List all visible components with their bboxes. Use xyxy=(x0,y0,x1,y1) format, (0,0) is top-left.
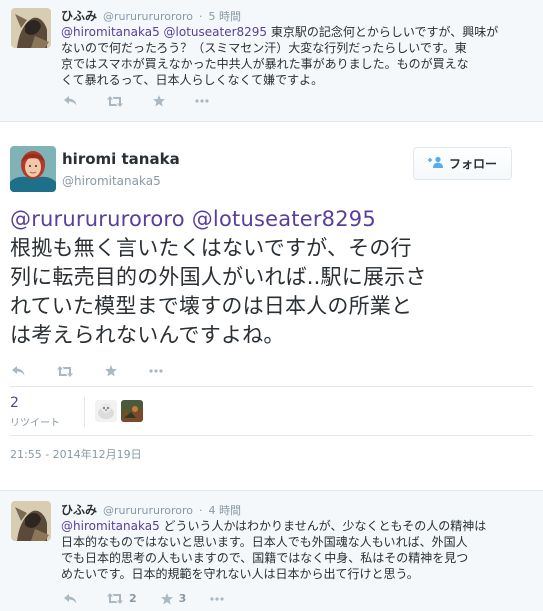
tweet-time[interactable]: 4 時間 xyxy=(209,502,242,518)
tweet-text: @hiromitanaka5 @lotuseater8295 東京駅の記念何とか… xyxy=(61,24,531,88)
mention-link[interactable]: @rururururororo xyxy=(10,207,185,231)
retweet-button[interactable] xyxy=(57,365,73,377)
favorite-count: 3 xyxy=(178,592,187,605)
reply-tweet-above[interactable]: ひふみ @rururururororo · 5 時間 @hiromitanaka… xyxy=(0,0,543,122)
reply-icon xyxy=(64,593,77,603)
tweet-text-line: ないので何だったろう？（スミマセン汗）大変な行列だったらしいです。東 xyxy=(61,41,467,55)
separator-dot: · xyxy=(199,10,203,23)
tweet-text-line: れていた模型まで壊すのは日本人の所業と xyxy=(10,294,413,318)
author-name[interactable]: hiromi tanaka xyxy=(62,150,180,168)
tweet-text: @rururururororo @lotuseater8295 根拠も無く言いた… xyxy=(10,205,530,350)
reply-tweet-below[interactable]: ひふみ @rururururororo · 4 時間 @hiromitanaka… xyxy=(0,490,543,611)
follow-label: フォロー xyxy=(448,157,497,171)
tweet-text-line: 東京駅の記念何とからしいですが、興味が xyxy=(267,25,499,39)
reply-button[interactable] xyxy=(64,593,77,604)
favorite-button[interactable] xyxy=(105,365,117,377)
reply-button[interactable] xyxy=(64,96,77,106)
tweet-text-line: めたいです。日本的規範を守れない人は日本から出て行けと思う。 xyxy=(61,567,419,581)
reply-icon xyxy=(64,96,77,106)
follow-button[interactable]: フォロー xyxy=(413,147,512,180)
retweet-button[interactable] xyxy=(107,95,123,107)
tweet-text: @hiromitanaka5 どういう人かはわかりませんが、少なくともその人の精… xyxy=(61,518,536,582)
more-icon xyxy=(195,99,209,103)
retweet-count: 2 xyxy=(129,592,137,605)
retweeter-avatar[interactable] xyxy=(95,400,117,422)
more-button[interactable] xyxy=(210,596,224,601)
separator-dot: · xyxy=(199,504,203,517)
author-handle[interactable]: @rururururororo xyxy=(103,10,193,23)
avatar[interactable] xyxy=(10,146,56,192)
divider xyxy=(10,435,533,436)
more-button[interactable] xyxy=(195,99,209,103)
tweet-text-line: 日本的なものではないと思います。日本人でも外国魂な人もいれば、外国人 xyxy=(61,535,468,549)
favorite-button[interactable] xyxy=(153,95,165,107)
mention-link[interactable]: @hiromitanaka5 xyxy=(61,519,160,533)
tweet-text-line: 京ではスマホが買えなかった中共人が暴れた事がありました。ものが買えな xyxy=(61,57,469,71)
retweet-icon xyxy=(107,593,123,604)
retweet-count[interactable]: 2 xyxy=(10,395,19,411)
favorite-icon xyxy=(153,95,165,107)
favorite-button[interactable]: 3 xyxy=(160,592,187,605)
tweet-actions: 2 3 xyxy=(64,592,250,605)
tweet-timestamp[interactable]: 21:55 - 2014年12月19日 xyxy=(10,446,142,462)
author-handle[interactable]: @hiromitanaka5 xyxy=(62,174,161,188)
tweet-text-line: くて暴れるって、日本人らしくなくて嫌ですよ。 xyxy=(61,73,324,87)
author-handle[interactable]: @rururururororo xyxy=(103,504,193,517)
more-icon xyxy=(210,596,224,601)
tweet-actions xyxy=(12,365,189,377)
mention-links[interactable]: @hiromitanaka5 @lotuseater8295 xyxy=(61,25,267,39)
more-icon xyxy=(149,369,163,373)
author-name[interactable]: ひふみ xyxy=(61,7,97,24)
divider xyxy=(10,386,533,387)
author-name[interactable]: ひふみ xyxy=(61,501,97,518)
avatar[interactable] xyxy=(11,501,51,541)
favorite-icon xyxy=(105,365,117,377)
retweet-icon xyxy=(107,95,123,107)
tweet-text-line: でも日本的思考の人もいますので、国籍ではなく中身、私はその精神を見つ xyxy=(61,551,469,565)
tweet-actions xyxy=(64,95,235,107)
reply-button[interactable] xyxy=(12,366,25,376)
tweet-text-line: は考えられないんですよね。 xyxy=(10,323,285,347)
avatar[interactable] xyxy=(11,8,51,48)
mention-link[interactable]: @lotuseater8295 xyxy=(192,207,376,231)
retweet-label[interactable]: リツイート xyxy=(10,414,60,429)
favorite-icon xyxy=(160,592,173,604)
retweeter-avatar[interactable] xyxy=(121,400,143,422)
tweet-text-line: 列に転売目的の外国人がいれば..駅に展示さ xyxy=(10,265,427,289)
tweet-text-line: 根拠も無く言いたくはないですが、その行 xyxy=(10,236,412,260)
more-button[interactable] xyxy=(149,369,163,373)
tweet-time[interactable]: 5 時間 xyxy=(209,8,242,24)
retweet-button[interactable]: 2 xyxy=(107,592,137,605)
follow-person-icon xyxy=(427,156,443,171)
divider-vertical xyxy=(84,397,85,427)
reply-icon xyxy=(12,366,25,376)
tweet-text-line: どういう人かはわかりませんが、少なくともその人の精神は xyxy=(159,519,487,533)
retweet-icon xyxy=(57,365,73,377)
